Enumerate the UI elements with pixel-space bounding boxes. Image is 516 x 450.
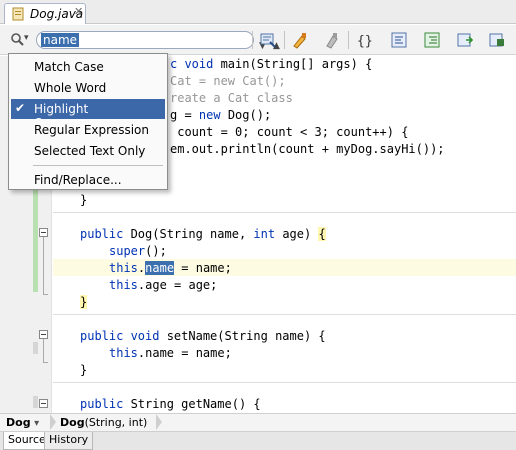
editor-tab-strip: Dog.java ✕: [0, 0, 516, 24]
highlighted-occurrence: name: [145, 261, 175, 275]
check-icon: ✔: [15, 101, 26, 115]
menu-item-label: Find/Replace...: [34, 173, 122, 187]
shift-line-left-icon[interactable]: [389, 30, 409, 50]
shift-line-right-icon[interactable]: [422, 30, 442, 50]
fold-toggle-icon[interactable]: [39, 399, 48, 408]
java-file-icon: [12, 7, 24, 21]
tab-history[interactable]: History: [44, 432, 94, 450]
start-macro-icon[interactable]: [455, 30, 475, 50]
code-line: reate a Cat class: [170, 91, 293, 105]
fold-guide-end: [43, 362, 48, 363]
method-separator: [53, 314, 516, 315]
gutter-marker: [33, 396, 38, 408]
code-line: this.age = age;: [109, 278, 218, 292]
menu-item-label: Regular Expression: [34, 123, 149, 137]
match-brace-icon[interactable]: {}: [355, 30, 375, 50]
menu-item-label: Selected Text Only: [34, 144, 146, 158]
bookmark-icon[interactable]: [322, 30, 342, 50]
breadcrumb: Dog ▾ Dog(String, int): [0, 413, 516, 431]
fold-guide-end: [43, 294, 48, 295]
toolbar-separator: [284, 31, 285, 49]
toolbar-separator: [252, 31, 253, 49]
code-line: public void setName(String name) {: [80, 329, 326, 343]
toggle-comment-icon[interactable]: [290, 30, 310, 50]
search-toolbar: ▾ name ▼ ▲ {}: [0, 25, 516, 55]
menu-item-regular-expression[interactable]: Regular Expression: [11, 120, 165, 140]
menu-item-match-case[interactable]: Match Case: [11, 57, 165, 77]
toggle-highlight-search-icon[interactable]: [258, 30, 278, 50]
method-separator: [53, 382, 516, 383]
code-line: this.name = name;: [109, 346, 232, 360]
menu-separator: [33, 165, 163, 166]
chevron-down-icon: ▾: [24, 33, 29, 43]
code-line: Cat = new Cat();: [170, 74, 286, 88]
svg-text:{}: {}: [357, 34, 373, 49]
code-line: }: [80, 295, 88, 309]
fold-guide: [43, 339, 44, 362]
toolbar-separator: [348, 31, 349, 49]
menu-item-find-replace[interactable]: Find/Replace...: [11, 170, 165, 190]
editor-tab-dog-java[interactable]: Dog.java ✕: [4, 3, 86, 24]
method-separator: [53, 212, 516, 213]
breadcrumb-separator: [156, 414, 162, 430]
code-line: public Dog(String name, int age) {: [80, 227, 326, 241]
gutter-marker: [33, 342, 38, 354]
code-line: g = new Dog();: [170, 108, 272, 122]
code-line: public String getName() {: [80, 397, 261, 411]
menu-item-label: Match Case: [34, 60, 104, 74]
code-line: this.name = name;: [109, 261, 232, 275]
fold-toggle-icon[interactable]: [39, 330, 48, 339]
breadcrumb-class-label: Dog: [6, 416, 31, 429]
search-query-text[interactable]: name: [41, 33, 80, 47]
editor-view-tabs: Source History: [0, 431, 516, 450]
breadcrumb-class-dog[interactable]: Dog ▾: [6, 415, 39, 431]
menu-item-label: Whole Word: [34, 81, 107, 95]
code-line: }: [80, 363, 88, 377]
menu-item-highlight-occurrences[interactable]: ✔ Highlight Occurrences: [11, 99, 165, 130]
menu-item-selected-text-only[interactable]: Selected Text Only: [11, 141, 165, 161]
search-input[interactable]: name ▼ ▲: [36, 31, 280, 51]
breadcrumb-separator: [50, 414, 56, 430]
breadcrumb-method-args: (String, int): [84, 416, 148, 429]
fold-guide: [43, 237, 44, 294]
code-line: em.out.println(count + myDog.sayHi());: [170, 142, 445, 156]
fold-toggle-icon[interactable]: [39, 228, 48, 237]
code-line: count = 0; count < 3; count++) {: [170, 125, 409, 139]
search-options-menu: Match Case Whole Word ✔ Highlight Occurr…: [8, 53, 168, 190]
menu-item-whole-word[interactable]: Whole Word: [11, 78, 165, 98]
search-options-button[interactable]: ▾: [8, 30, 34, 50]
breadcrumb-constructor[interactable]: Dog(String, int): [60, 415, 147, 431]
code-line: super();: [109, 244, 167, 258]
chevron-down-icon: ▾: [34, 418, 40, 429]
close-tab-icon[interactable]: ✕: [74, 5, 83, 18]
code-line: c void main(String[] args) {: [170, 57, 373, 71]
breadcrumb-method-label: Dog: [60, 416, 85, 429]
stop-macro-icon[interactable]: [487, 30, 507, 50]
code-line: }: [80, 193, 88, 207]
